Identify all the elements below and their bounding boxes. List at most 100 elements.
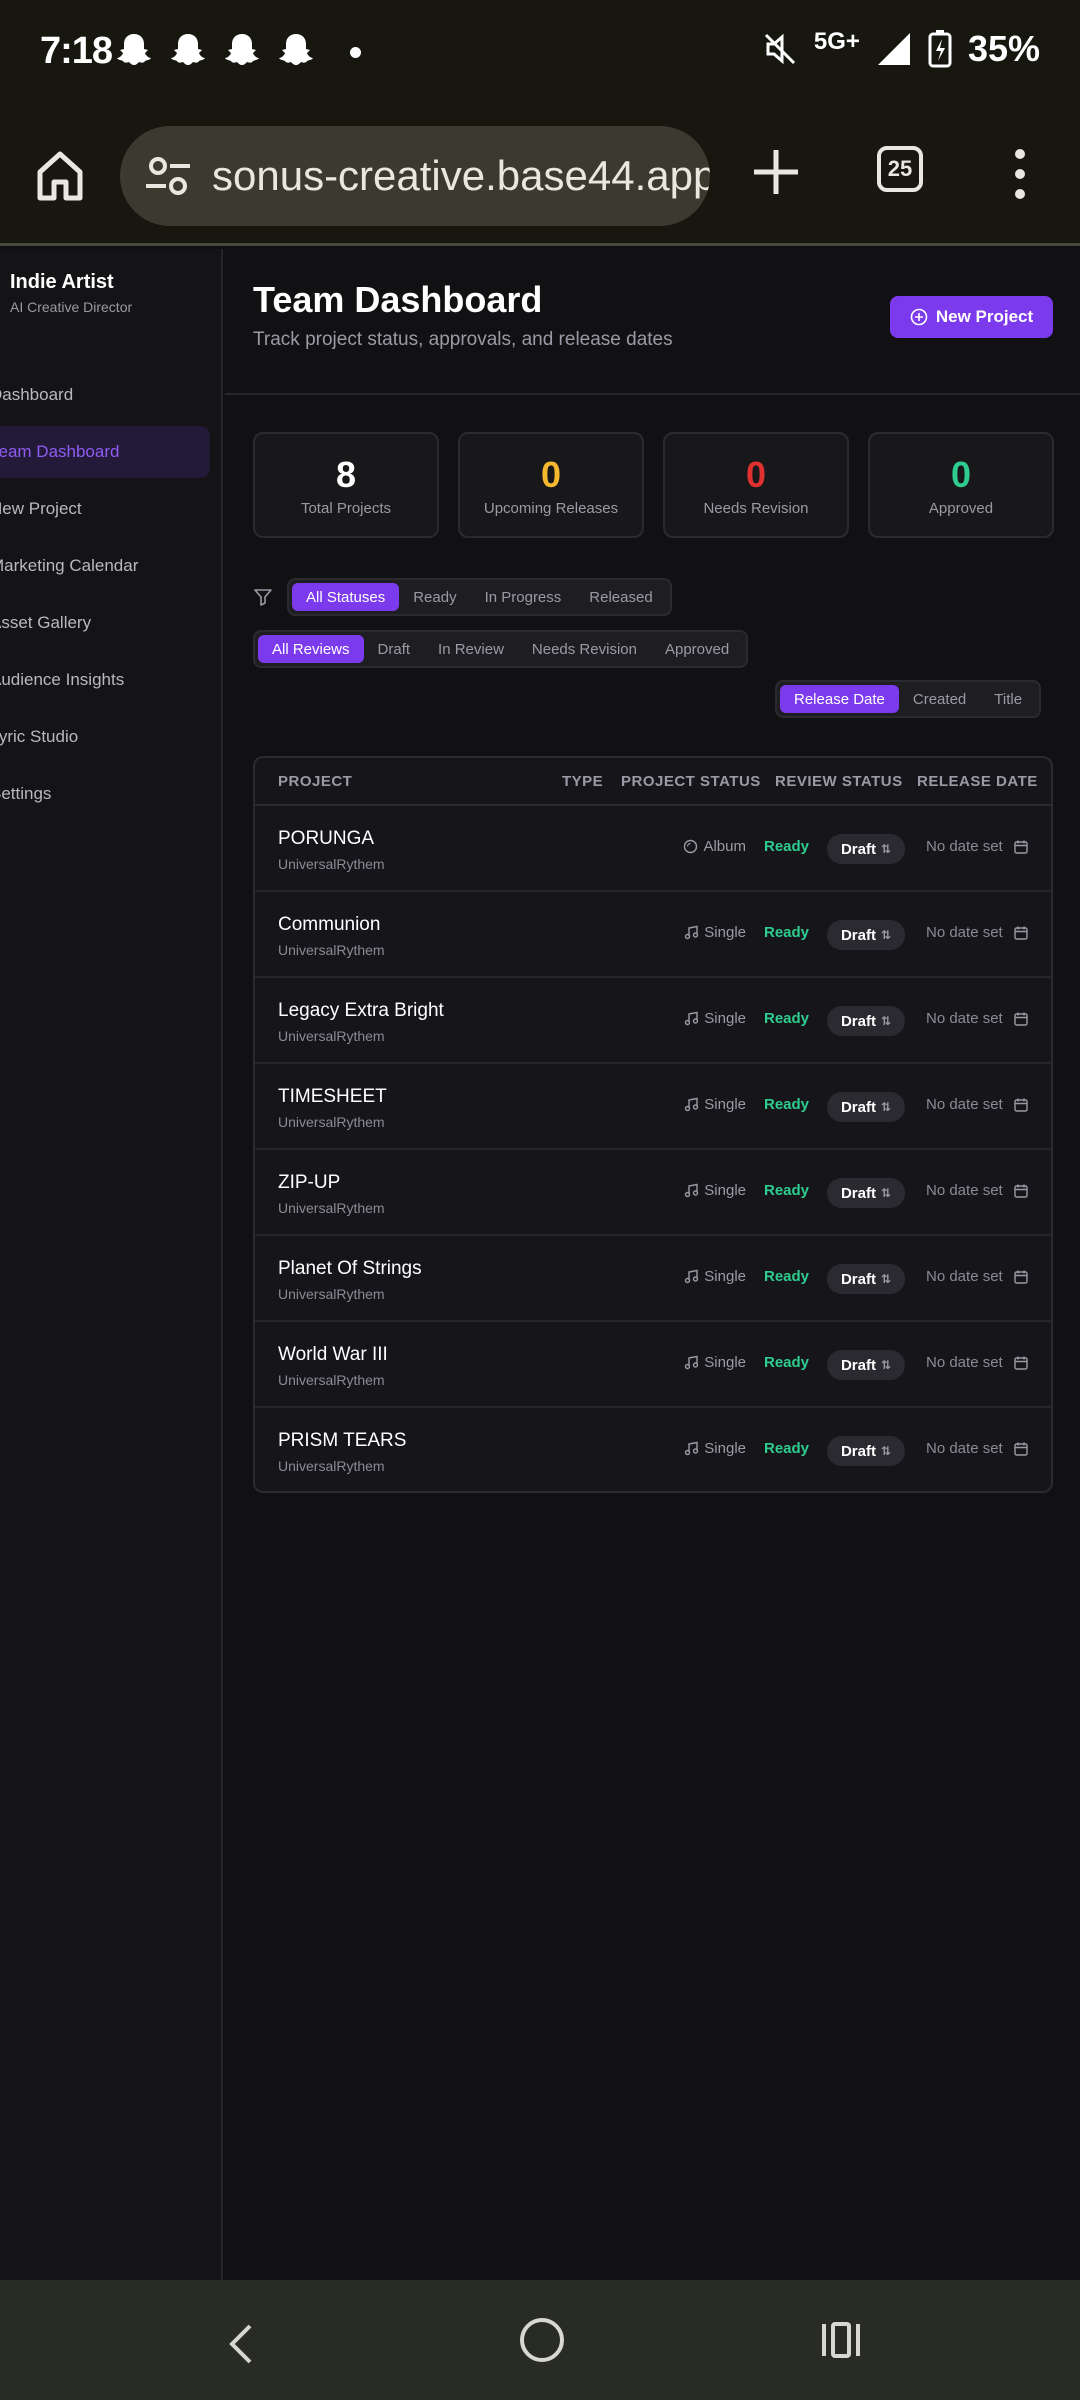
table-row[interactable]: TIMESHEET UniversalRythem Single Ready Draft… [255,1064,1051,1150]
review-status-dropdown[interactable]: Draft ⇅ [827,1006,905,1036]
table-row[interactable]: Planet Of Strings UniversalRythem Single Re… [255,1236,1051,1322]
release-date[interactable]: No date set [926,1268,1029,1285]
review-status-dropdown[interactable]: Draft ⇅ [827,1436,905,1466]
calendar-icon[interactable] [1013,839,1029,855]
filter-in-review[interactable]: In Review [424,635,518,663]
project-artist: UniversalRythem [278,856,385,872]
table-row[interactable]: ZIP-UP UniversalRythem Single Ready Draft ⇅ No… [255,1150,1051,1236]
sidebar-item-settings[interactable]: Settings [0,768,210,820]
release-date[interactable]: No date set [926,924,1029,941]
table-row[interactable]: World War III UniversalRythem Single Ready D… [255,1322,1051,1408]
calendar-icon[interactable] [1013,1441,1029,1457]
review-status-dropdown[interactable]: Draft ⇅ [827,1264,905,1294]
release-date[interactable]: No date set [926,1440,1029,1457]
review-status-dropdown[interactable]: Draft ⇅ [827,1178,905,1208]
battery-charging-icon [928,30,952,68]
tab-switcher-button[interactable]: 25 [877,146,923,192]
column-header-release-date[interactable]: RELEASE DATE [917,773,1038,790]
release-date[interactable]: No date set [926,1096,1029,1113]
column-header-type[interactable]: TYPE [562,773,603,790]
calendar-icon[interactable] [1013,1097,1029,1113]
column-header-project[interactable]: PROJECT [278,773,352,790]
filter-ready[interactable]: Ready [399,583,470,611]
project-type: Single [684,1268,746,1285]
review-status-dropdown[interactable]: Draft ⇅ [827,1350,905,1380]
sort-group: Release Date Created Title [775,680,1042,718]
music-note-icon [685,925,699,940]
project-type: Single [684,1440,746,1457]
sidebar-item-asset-gallery[interactable]: Asset Gallery [0,597,210,649]
project-type: Single [684,1354,746,1371]
recent-apps-icon[interactable] [820,2320,862,2360]
new-project-button[interactable]: New Project [890,296,1053,338]
snapchat-icon [225,34,259,65]
review-filter-row: All Reviews Draft In Review Needs Revisi… [253,630,749,668]
project-type: Single [684,1096,746,1113]
table-row[interactable]: PORUNGA UniversalRythem Album Ready Draft ⇅ No… [255,806,1051,892]
new-tab-icon[interactable] [750,146,802,198]
release-date[interactable]: No date set [926,838,1029,855]
project-title: Communion [278,914,381,935]
address-bar[interactable]: sonus-creative.base44.app [120,126,710,226]
review-status-dropdown[interactable]: Draft ⇅ [827,920,905,950]
sort-release-date[interactable]: Release Date [780,685,899,713]
mute-icon [764,33,795,65]
sidebar-item-team-dashboard[interactable]: Team Dashboard [0,426,210,478]
filter-needs-revision[interactable]: Needs Revision [518,635,651,663]
filter-draft[interactable]: Draft [364,635,425,663]
sort-arrows-icon: ⇅ [880,928,892,942]
review-status-dropdown[interactable]: Draft ⇅ [827,1092,905,1122]
project-status: Ready [764,1268,810,1285]
table-row[interactable]: PRISM TEARS UniversalRythem Single Ready Dra… [255,1408,1051,1491]
system-navigation-bar [0,2280,1080,2400]
stat-label: Needs Revision [703,500,809,517]
sort-title[interactable]: Title [980,685,1036,713]
app: Indie Artist AI Creative Director Dashbo… [0,249,1080,2280]
disc-icon [684,839,698,854]
column-header-project-status[interactable]: PROJECT STATUS [621,773,761,790]
table-row[interactable]: Communion UniversalRythem Single Ready Draft… [255,892,1051,978]
filter-all-statuses[interactable]: All Statuses [292,583,400,611]
stat-value: 0 [745,454,767,495]
status-filter-row: All Statuses Ready In Progress Released [253,578,672,616]
release-date[interactable]: No date set [926,1010,1029,1027]
release-date[interactable]: No date set [926,1354,1029,1371]
home-icon[interactable] [30,146,90,206]
project-artist: UniversalRythem [278,1372,385,1388]
calendar-icon[interactable] [1013,1183,1029,1199]
release-date[interactable]: No date set [926,1182,1029,1199]
table-row[interactable]: Legacy Extra Bright UniversalRythem Single… [255,978,1051,1064]
sidebar-item-new-project[interactable]: New Project [0,483,210,535]
calendar-icon[interactable] [1013,1355,1029,1371]
menu-icon[interactable] [1005,144,1035,204]
calendar-icon[interactable] [1013,1269,1029,1285]
music-note-icon [685,1269,699,1284]
url-text: sonus-creative.base44.app [212,152,710,199]
sidebar-item-lyric-studio[interactable]: Lyric Studio [0,711,210,763]
project-type: Single [684,1010,746,1027]
calendar-icon[interactable] [1013,925,1029,941]
sidebar-item-marketing-calendar[interactable]: Marketing Calendar [0,540,210,592]
header-divider [225,393,1080,395]
filter-approved[interactable]: Approved [651,635,743,663]
page-title: Team Dashboard [253,279,543,320]
projects-table: PROJECT TYPE PROJECT STATUS REVIEW STATU… [253,756,1053,1493]
review-status-dropdown[interactable]: Draft ⇅ [827,834,905,864]
home-button[interactable] [520,2318,564,2362]
sidebar-item-audience-insights[interactable]: Audience Insights [0,654,210,706]
column-header-review-status[interactable]: REVIEW STATUS [775,773,903,790]
sort-arrows-icon: ⇅ [880,1100,892,1114]
status-bar: 7:18 5G+ 35% [0,0,1080,104]
site-settings-icon[interactable] [138,146,198,206]
network-type: 5G+ [813,28,860,55]
calendar-icon[interactable] [1013,1011,1029,1027]
filter-all-reviews[interactable]: All Reviews [258,635,364,663]
brand-title: Indie Artist [10,271,114,293]
sidebar-item-dashboard[interactable]: Dashboard [0,369,210,421]
back-icon[interactable] [222,2320,262,2368]
filter-released[interactable]: Released [575,583,666,611]
filter-in-progress[interactable]: In Progress [471,583,576,611]
sort-created[interactable]: Created [899,685,980,713]
stat-card-total-projects: 8 Total Projects [253,432,439,538]
sort-row: Release Date Created Title [775,680,1042,718]
